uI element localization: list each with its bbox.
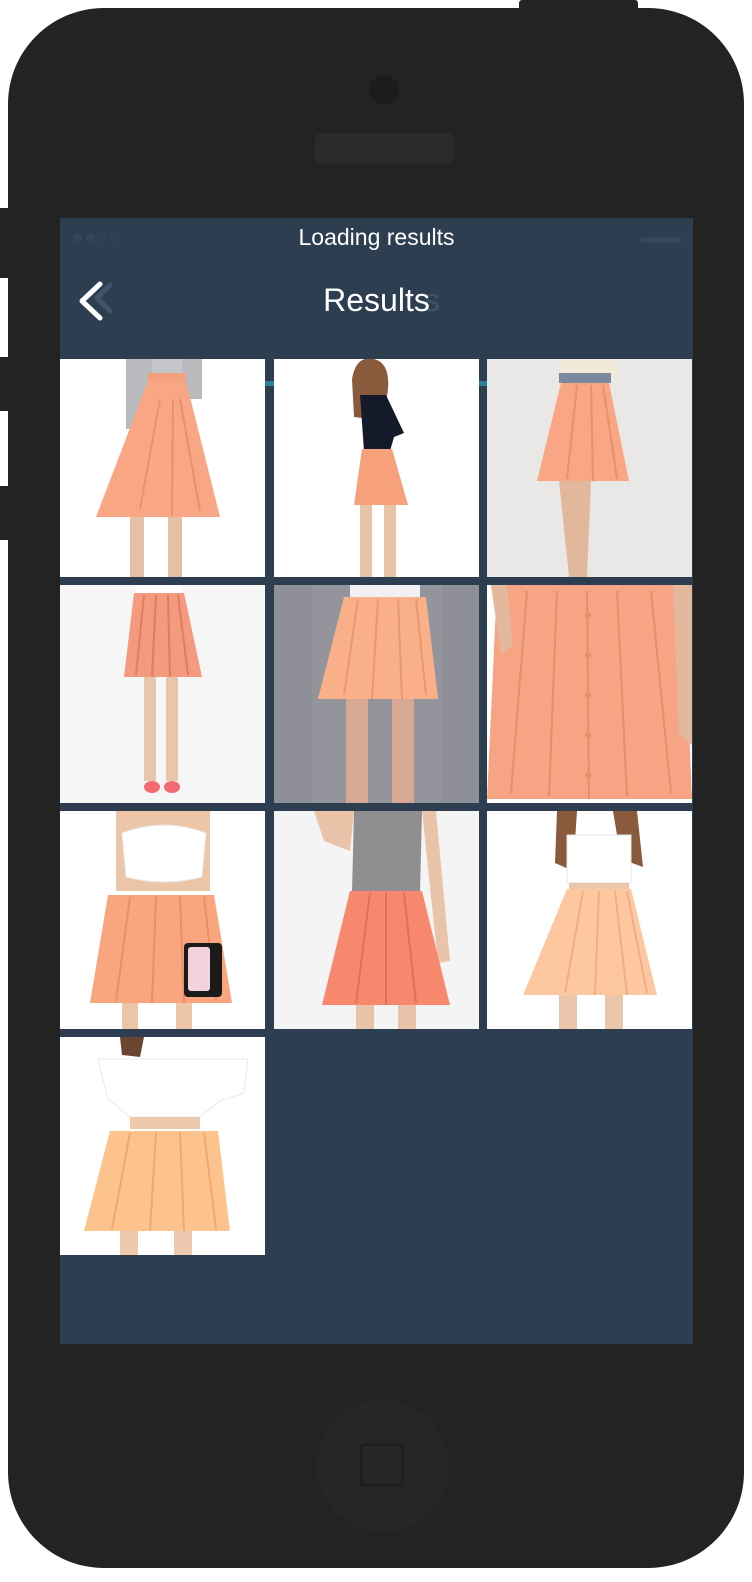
status-bar: ●●○○ ▬▬ Loading results (60, 218, 693, 258)
skirt-image (487, 811, 692, 1029)
result-thumbnail[interactable] (274, 359, 479, 577)
skirt-image (274, 811, 479, 1029)
front-camera (369, 75, 399, 105)
skirt-image (60, 585, 265, 803)
skirt-image (60, 359, 265, 577)
result-thumbnail[interactable] (274, 585, 479, 803)
skirt-image (60, 1037, 265, 1255)
loading-status: Loading results (298, 224, 455, 250)
page-title: Results (323, 282, 430, 318)
skirt-image (274, 585, 479, 803)
home-button[interactable] (317, 1400, 449, 1532)
skirt-image (487, 585, 692, 803)
result-thumbnail[interactable] (274, 811, 479, 1029)
skirt-image (60, 811, 265, 1029)
skirt-image (487, 359, 692, 577)
navigation-bar: s Results (60, 258, 693, 386)
earpiece-speaker (315, 133, 454, 164)
result-thumbnail[interactable] (60, 585, 265, 803)
result-thumbnail[interactable] (60, 359, 265, 577)
result-thumbnail[interactable] (60, 1037, 265, 1255)
app-screen: ●●○○ ▬▬ Loading results s Results (60, 218, 693, 1344)
result-thumbnail[interactable] (487, 811, 692, 1029)
skirt-image (274, 359, 479, 577)
result-thumbnail[interactable] (487, 585, 692, 803)
home-square-icon (360, 1443, 404, 1487)
result-thumbnail[interactable] (60, 811, 265, 1029)
result-thumbnail[interactable] (487, 359, 692, 577)
